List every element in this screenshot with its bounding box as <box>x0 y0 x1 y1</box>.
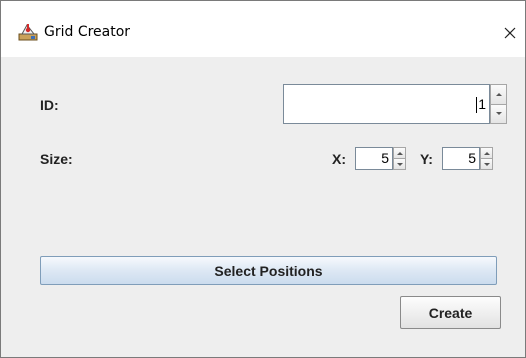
y-label: Y: <box>420 151 433 167</box>
close-button[interactable] <box>495 15 525 51</box>
arrow-up-icon <box>495 92 502 96</box>
grid-creator-app-icon <box>18 22 38 42</box>
x-value: 5 <box>381 150 389 166</box>
title-bar[interactable]: Grid Creator <box>1 1 525 57</box>
size-label: Size: <box>40 151 73 167</box>
x-decrement-button[interactable] <box>393 159 406 170</box>
arrow-up-icon <box>483 151 490 155</box>
y-decrement-button[interactable] <box>480 159 493 170</box>
id-label: ID: <box>40 97 59 113</box>
x-spinner-field[interactable]: 5 <box>355 147 393 170</box>
x-spinner-buttons <box>393 147 406 170</box>
x-increment-button[interactable] <box>393 147 406 159</box>
y-value: 5 <box>468 150 476 166</box>
id-increment-button[interactable] <box>490 84 507 105</box>
close-icon <box>504 24 516 43</box>
arrow-down-icon <box>495 112 502 116</box>
id-spinner-buttons <box>490 84 507 124</box>
window-title: Grid Creator <box>44 24 131 40</box>
id-value: 1 <box>478 96 486 112</box>
y-spinner-field[interactable]: 5 <box>442 147 480 170</box>
grid-creator-window: Grid Creator ID: 1 Size: X: 5 Y: 5 Selec… <box>0 0 526 358</box>
id-decrement-button[interactable] <box>490 104 507 124</box>
arrow-up-icon <box>396 151 403 155</box>
x-label: X: <box>332 151 346 167</box>
y-increment-button[interactable] <box>480 147 493 159</box>
create-button[interactable]: Create <box>400 296 501 329</box>
y-spinner-buttons <box>480 147 493 170</box>
select-positions-button[interactable]: Select Positions <box>40 256 497 285</box>
arrow-down-icon <box>483 162 490 166</box>
id-spinner-field[interactable]: 1 <box>283 84 490 124</box>
arrow-down-icon <box>396 162 403 166</box>
